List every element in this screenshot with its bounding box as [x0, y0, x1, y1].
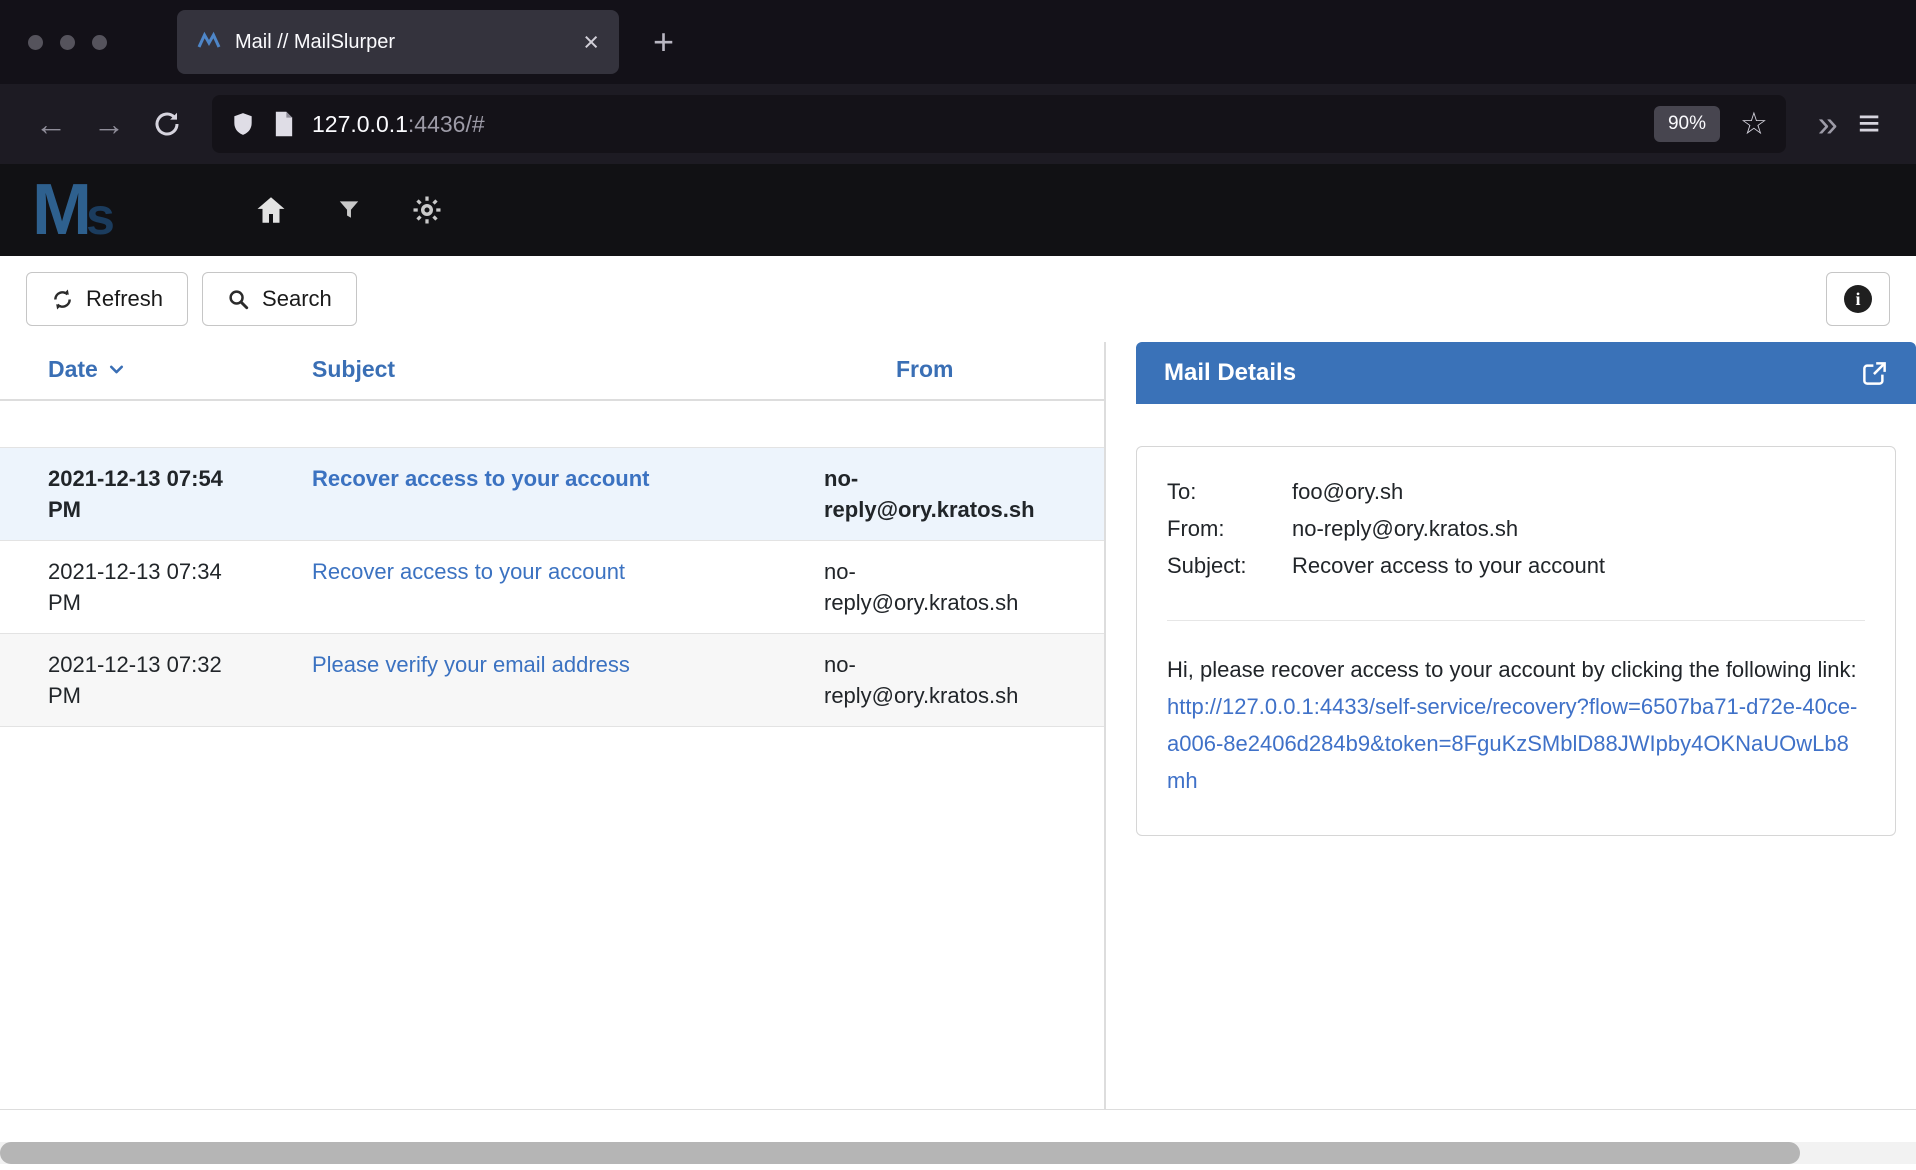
home-icon[interactable]	[232, 164, 310, 256]
mail-row[interactable]: 2021-12-13 07:54 PM Recover access to yo…	[0, 447, 1104, 540]
info-icon: i	[1844, 285, 1872, 313]
shield-icon[interactable]	[230, 109, 256, 139]
mail-row-from: no-reply@ory.kratos.sh	[824, 556, 1080, 618]
page-info-icon[interactable]	[272, 110, 296, 138]
mail-row-subject-link[interactable]: Recover access to your account	[312, 556, 824, 618]
refresh-button[interactable]: Refresh	[26, 272, 188, 326]
window-minimize-dot[interactable]	[60, 35, 75, 50]
horizontal-scrollbar-thumb[interactable]	[0, 1142, 1800, 1164]
url-host: 127.0.0.1	[312, 111, 408, 137]
mail-row-from: no-reply@ory.kratos.sh	[824, 649, 1080, 711]
mail-row-subject-link[interactable]: Recover access to your account	[312, 463, 824, 525]
hamburger-menu-icon[interactable]: ≡	[1858, 103, 1880, 146]
browser-tab[interactable]: Mail // MailSlurper ×	[177, 10, 619, 74]
mail-body-text: Hi, please recover access to your accoun…	[1167, 657, 1857, 682]
from-value: no-reply@ory.kratos.sh	[1292, 510, 1865, 547]
mail-row[interactable]: 2021-12-13 07:32 PM Please verify your e…	[0, 633, 1104, 727]
mail-row-subject-link[interactable]: Please verify your email address	[312, 649, 824, 711]
logo-letter-s: s	[86, 191, 115, 243]
browser-navbar: ← → 127.0.0.1:4436/# 90% ☆ » ≡	[0, 84, 1916, 164]
back-button[interactable]: ←	[22, 95, 80, 153]
subject-label: Subject:	[1167, 547, 1292, 584]
refresh-button-label: Refresh	[86, 286, 163, 312]
mail-details-title: Mail Details	[1164, 359, 1861, 387]
tab-close-icon[interactable]: ×	[583, 29, 599, 56]
search-button[interactable]: Search	[202, 272, 357, 326]
search-button-label: Search	[262, 286, 332, 312]
mail-list-header: Date Subject From	[0, 342, 1104, 401]
to-label: To:	[1167, 473, 1292, 510]
toolbar-overflow-icon[interactable]: »	[1818, 103, 1838, 145]
app-header: M s	[0, 164, 1916, 256]
mail-details-card: To: foo@ory.sh From: no-reply@ory.kratos…	[1136, 446, 1896, 836]
browser-tab-strip: Mail // MailSlurper × +	[0, 0, 1916, 84]
horizontal-scrollbar-track[interactable]	[0, 1142, 1916, 1164]
new-tab-button[interactable]: +	[653, 24, 674, 60]
mail-details-header: Mail Details	[1136, 342, 1916, 404]
info-button[interactable]: i	[1826, 272, 1890, 326]
reload-button[interactable]	[138, 95, 196, 153]
from-header-label: From	[896, 356, 954, 383]
window-close-dot[interactable]	[28, 35, 43, 50]
mail-list-rows: 2021-12-13 07:54 PM Recover access to yo…	[0, 447, 1104, 727]
main-content: Date Subject From 2021-12-13 07:54 PM Re…	[0, 342, 1916, 1110]
column-header-date[interactable]: Date	[48, 356, 312, 383]
mailslurper-favicon-icon	[197, 30, 221, 54]
external-link-icon[interactable]	[1861, 360, 1888, 387]
column-header-from[interactable]: From	[824, 356, 1080, 383]
logo-letter-m: M	[32, 174, 92, 246]
mail-details-panel: Mail Details To: foo@ory.sh From: no-rep…	[1106, 342, 1916, 1109]
mail-row-from: no-reply@ory.kratos.sh	[824, 463, 1080, 525]
subject-value: Recover access to your account	[1292, 547, 1865, 584]
forward-button[interactable]: →	[80, 95, 138, 153]
date-header-label: Date	[48, 356, 98, 383]
search-icon	[227, 288, 250, 311]
bookmark-star-icon[interactable]: ☆	[1740, 106, 1768, 142]
url-bar[interactable]: 127.0.0.1:4436/# 90% ☆	[212, 95, 1786, 153]
mail-meta: To: foo@ory.sh From: no-reply@ory.kratos…	[1167, 473, 1865, 584]
details-divider	[1167, 620, 1865, 621]
mail-row[interactable]: 2021-12-13 07:34 PM Recover access to yo…	[0, 540, 1104, 633]
column-header-subject[interactable]: Subject	[312, 356, 824, 383]
app-toolbar: Refresh Search i	[0, 256, 1916, 342]
mail-row-date: 2021-12-13 07:54 PM	[48, 463, 312, 525]
url-text: 127.0.0.1:4436/#	[312, 111, 1638, 138]
refresh-icon	[51, 288, 74, 311]
mail-row-date: 2021-12-13 07:34 PM	[48, 556, 312, 618]
filter-icon[interactable]	[310, 164, 388, 256]
subject-header-label: Subject	[312, 356, 395, 383]
mailslurper-logo: M s	[32, 174, 232, 246]
recovery-link[interactable]: http://127.0.0.1:4433/self-service/recov…	[1167, 694, 1857, 793]
to-value: foo@ory.sh	[1292, 473, 1865, 510]
settings-gear-icon[interactable]	[388, 164, 466, 256]
zoom-level-badge[interactable]: 90%	[1654, 106, 1720, 142]
mail-row-date: 2021-12-13 07:32 PM	[48, 649, 312, 711]
mail-list-panel: Date Subject From 2021-12-13 07:54 PM Re…	[0, 342, 1106, 1109]
tab-title: Mail // MailSlurper	[235, 31, 569, 54]
window-maximize-dot[interactable]	[92, 35, 107, 50]
url-path: :4436/#	[408, 111, 485, 137]
mail-body: Hi, please recover access to your accoun…	[1167, 651, 1865, 799]
sort-chevron-down-icon	[106, 359, 127, 380]
from-label: From:	[1167, 510, 1292, 547]
window-controls	[28, 35, 107, 50]
